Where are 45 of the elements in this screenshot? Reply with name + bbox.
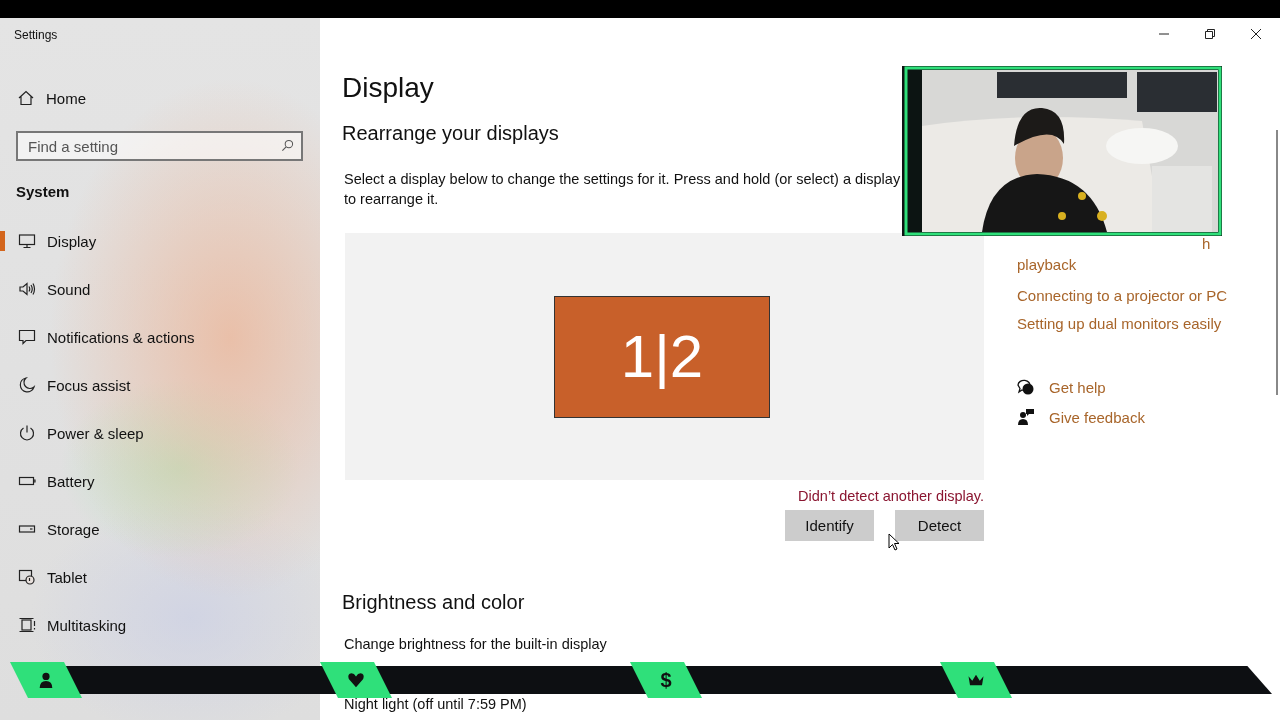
monitor-tile[interactable]: 1|2 [554,295,770,418]
nav-item[interactable]: Sound [0,265,320,313]
search-icon [281,139,294,152]
section-heading: System [15,182,71,202]
support-link[interactable]: Give feedback [1049,408,1145,426]
link[interactable]: h [1202,235,1211,252]
home-item[interactable]: Home [0,74,320,122]
page-title: Display [342,72,435,104]
restore-icon[interactable] [1204,28,1216,40]
speech-bubble-icon [18,328,36,346]
help-icon [1017,378,1035,396]
nav-item[interactable]: Battery [0,457,320,505]
section-heading: Brightness and color [342,591,526,614]
nav-item[interactable]: Display [0,217,320,265]
detect-button[interactable]: Detect [895,510,984,541]
power-icon [18,424,36,442]
scrollbar[interactable] [1276,130,1278,395]
description-line: to rearrange it. [344,190,439,209]
home-icon [17,89,35,107]
speaker-icon [18,280,36,298]
feedback-icon [1017,408,1035,426]
monitor-icon [18,232,36,250]
brightness-label: Change brightness for the built-in display [344,636,608,652]
moon-icon [18,376,36,394]
night-light-label: Night light (off until 7:59 PM) [344,696,528,712]
tablet-icon [18,568,36,586]
section-heading: Rearrange your displays [342,122,560,145]
link[interactable]: playback [1017,256,1077,273]
nav-item[interactable]: Power & sleep [0,409,320,457]
cursor-icon [888,533,900,551]
support-link[interactable]: Get help [1049,378,1106,396]
multitasking-icon [18,616,36,634]
nav-item[interactable]: Notifications & actions [0,313,320,361]
search-field[interactable]: Find a setting [16,131,303,161]
related-link[interactable]: Setting up dual monitors easily [1017,310,1228,338]
window-title: Settings [13,27,59,44]
description-line: Select a display below to change the settings for it. Press and hold (or select) a display [344,170,901,189]
close-icon[interactable] [1250,28,1262,40]
nav-item[interactable]: Focus assist [0,361,320,409]
error-message: Didn’t detect another display. [797,488,984,504]
related-link[interactable]: Connecting to a projector or PC [1017,282,1228,310]
nav-item[interactable]: Tablet [0,553,320,601]
identify-button[interactable]: Identify [785,510,874,541]
nav-item[interactable]: Multitasking [0,601,320,649]
nav-item[interactable]: Storage [0,505,320,553]
